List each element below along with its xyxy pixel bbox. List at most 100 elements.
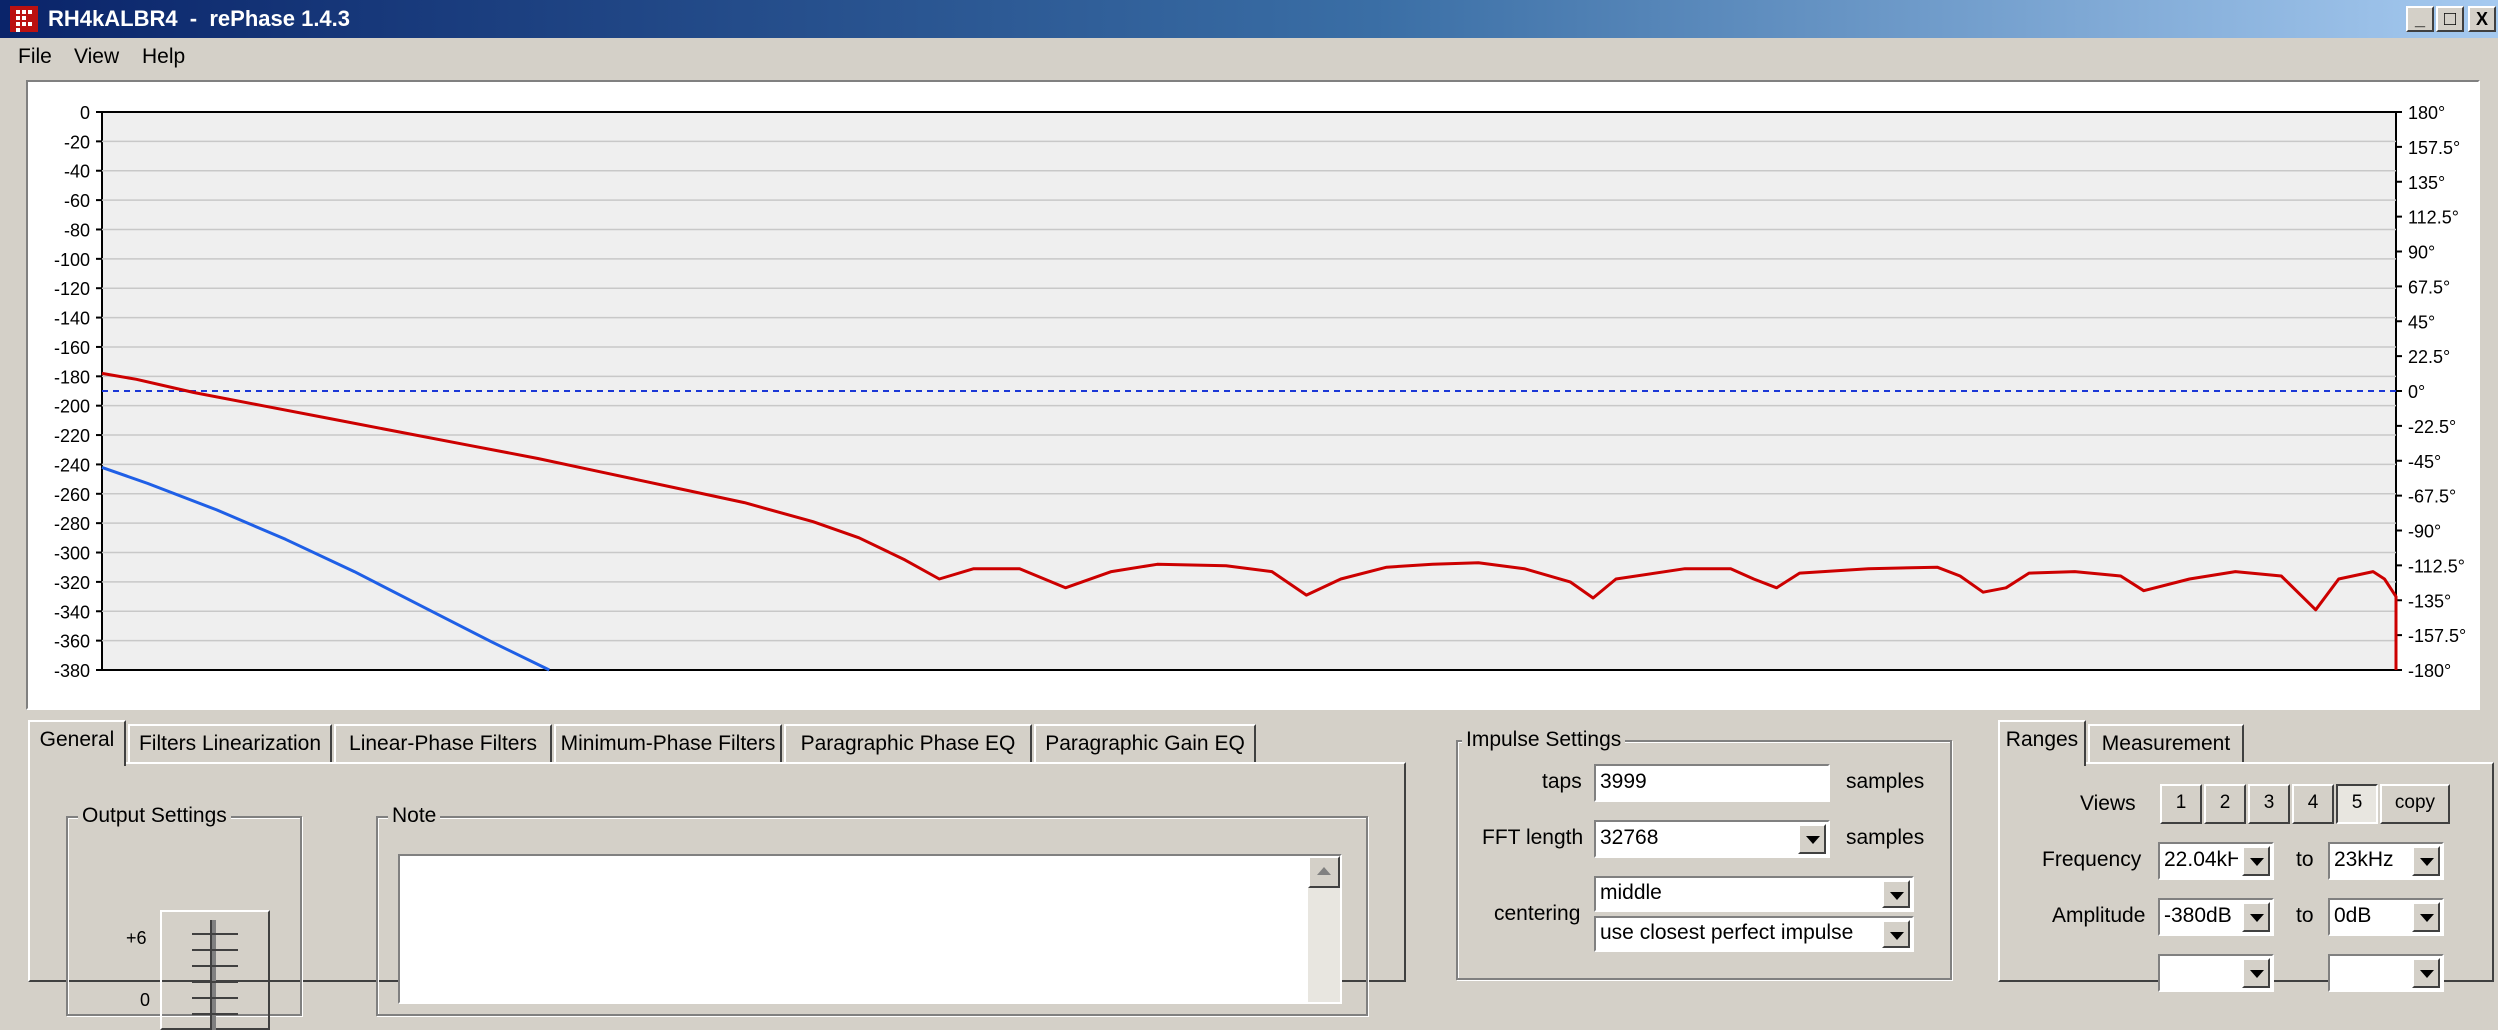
tab-minimum-phase-filters[interactable]: Minimum-Phase Filters [554,724,782,764]
amplitude-to-select[interactable]: 0dB [2328,898,2444,936]
scroll-up-button[interactable] [1308,856,1340,888]
chevron-up-icon [1317,867,1331,875]
centering-label: centering [1494,902,1581,925]
chart-canvas: 0 -20 -40 -60 -80 -100 -120 -140 -160 -180 -200 -22… [54,103,2466,681]
chevron-down-icon [1882,920,1910,948]
y-left-tick-label: -40 [64,162,90,182]
centering-mode-value: use closest perfect impulse [1600,921,1854,944]
frequency-label: Frequency [2042,848,2142,871]
tab-measurement[interactable]: Measurement [2088,724,2244,764]
note-title: Note [388,802,441,830]
tab-general[interactable]: General [28,720,126,766]
note-textarea[interactable] [398,854,1342,1004]
y-left-tick-label: -140 [54,309,90,329]
amplitude-to-value: 0dB [2334,904,2372,927]
y-right-tick-label: -112.5° [2408,556,2465,576]
tab-paragraphic-gain-eq[interactable]: Paragraphic Gain EQ [1034,724,1256,764]
tab-linear-phase-filters[interactable]: Linear-Phase Filters [334,724,552,764]
tab-ranges[interactable]: Ranges [1998,720,2086,766]
view-5-button[interactable]: 5 [2336,784,2378,824]
y-right-tick-label: -45° [2408,452,2441,472]
y-left-tick-label: -100 [54,250,90,270]
taps-label: taps [1542,770,1582,793]
y-right-tick-label: 135° [2408,173,2445,193]
fft-length-label: FFT length [1482,826,1584,849]
impulse-settings-title: Impulse Settings [1462,726,1626,754]
y-right-tick-label: -135° [2408,591,2451,611]
menu-help[interactable]: Help [142,44,185,70]
y-left-tick-label: -180 [54,367,90,387]
y-right-tick-label: -67.5° [2408,487,2456,507]
menu-view[interactable]: View [74,44,119,70]
taps-input[interactable]: 3999 [1594,764,1830,802]
y-left-tick-label: -120 [54,279,90,299]
y-left-tick-label: 0 [80,103,90,123]
view-3-button[interactable]: 3 [2248,784,2290,824]
y-left-tick-label: -60 [64,191,90,211]
y-right-tick-label: 112.5° [2408,208,2459,228]
tab-paragraphic-phase-eq[interactable]: Paragraphic Phase EQ [784,724,1032,764]
chevron-down-icon [1882,880,1910,908]
y-left-tick-label: -280 [54,514,90,534]
y-right-tick-label: 180° [2408,103,2445,123]
menu-bar: File View Help [0,38,2498,76]
chevron-down-icon [2412,958,2440,988]
y-left-tick-label: -240 [54,455,90,475]
chevron-down-icon [1798,824,1826,854]
y-right-tick-label: -157.5° [2408,626,2466,646]
menu-file[interactable]: File [18,44,52,70]
amplitude-from-value: -380dB [2164,904,2232,927]
y-left-tick-label: -360 [54,632,90,652]
ranges-panel: Views 1 2 3 4 5 copy Frequency 22.04kHz … [1998,762,2494,992]
y-left-tick-label: -300 [54,544,90,564]
y-left-tick-label: -200 [54,397,90,417]
y-right-tick-label: 67.5° [2408,277,2450,297]
y-right-tick-label: -180° [2408,661,2451,681]
slider-ticks [192,933,238,1015]
frequency-from-value: 22.04kHz [2164,848,2238,871]
gain-slider[interactable] [160,910,270,1030]
centering-value: middle [1600,881,1662,904]
amplitude-from-select[interactable]: -380dB [2158,898,2274,936]
frequency-to-label: to [2296,848,2314,871]
range-extra-from-select[interactable] [2158,954,2274,992]
note-group: Note [376,802,1368,1016]
output-settings-title: Output Settings [78,802,231,830]
y-right-tick-label: 22.5° [2408,347,2450,367]
y-left-tick-label: -340 [54,602,90,622]
fft-length-value: 32768 [1600,826,1659,849]
y-left-tick-label: -20 [64,132,90,152]
centering-mode-select[interactable]: use closest perfect impulse [1594,916,1914,952]
taps-unit: samples [1846,770,1925,793]
y-right-tick-label: -90° [2408,522,2441,542]
y-left-tick-label: -320 [54,573,90,593]
chevron-down-icon [2242,902,2270,932]
view-4-button[interactable]: 4 [2292,784,2334,824]
range-extra-to-select[interactable] [2328,954,2444,992]
y-right-tick-label: 157.5° [2408,138,2460,158]
note-scrollbar[interactable] [1308,856,1340,1002]
title-bar: RH4kALBR4 - rePhase 1.4.3 _ □ X [0,0,2498,38]
chevron-down-icon [2242,846,2270,876]
y-left-tick-label: -380 [54,661,90,681]
chevron-down-icon [2412,902,2440,932]
output-settings-group: Output Settings +6 0 [66,802,302,1030]
frequency-from-select[interactable]: 22.04kHz [2158,842,2274,880]
frequency-to-select[interactable]: 23kHz [2328,842,2444,880]
view-2-button[interactable]: 2 [2204,784,2246,824]
maximize-button[interactable]: □ [2436,6,2464,32]
y-right-tick-label: -22.5° [2408,417,2456,437]
close-button[interactable]: X [2468,6,2496,32]
minimize-button[interactable]: _ [2406,6,2434,32]
centering-select[interactable]: middle [1594,876,1914,912]
fft-length-select[interactable]: 32768 [1594,820,1830,858]
view-1-button[interactable]: 1 [2160,784,2202,824]
response-chart[interactable]: 0 -20 -40 -60 -80 -100 -120 -140 -160 -180 -200 -22… [26,80,2480,710]
y-left-tick-label: -220 [54,426,90,446]
impulse-settings-group: Impulse Settings taps 3999 samples FFT l… [1456,726,1952,980]
slider-label-plus6: +6 [126,928,147,948]
copy-view-button[interactable]: copy [2380,784,2450,824]
tab-filters-linearization[interactable]: Filters Linearization [128,724,332,764]
y-right-tick-label: 0° [2408,382,2425,402]
y-right-tick-label: 90° [2408,243,2435,263]
